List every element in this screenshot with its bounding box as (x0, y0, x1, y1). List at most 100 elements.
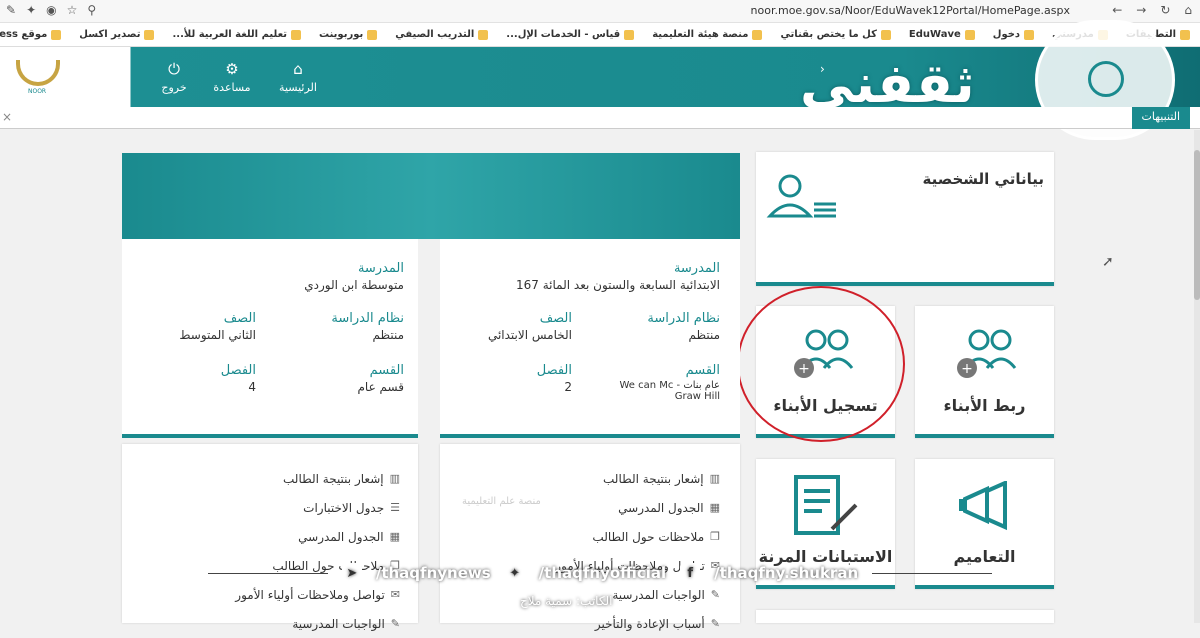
reload-icon[interactable]: ↻ (1160, 3, 1170, 17)
school-schedule-link[interactable]: ▦ الجدول المدرسي (235, 522, 400, 551)
extension-icon[interactable]: ◉ (46, 3, 56, 17)
folder-icon (1180, 29, 1190, 40)
student-notes-link[interactable]: ❐ ملاحظات حول الطالب (555, 522, 720, 551)
bookmark-item[interactable]: بوربوينت (319, 29, 378, 40)
page-scrollbar[interactable] (1194, 130, 1200, 623)
home-icon: ⌂ (293, 60, 303, 78)
student-result-link[interactable]: ▥ إشعار بنتيجة الطالب (555, 464, 720, 493)
personal-data-title: بياناتي الشخصية (922, 170, 1044, 188)
folder-icon (291, 29, 301, 40)
student2-school: المدرسة متوسطة ابن الوردي (304, 261, 404, 292)
noor-logo[interactable]: NOOR (10, 52, 66, 100)
student-card-1[interactable]: المدرسة الابتدائية السابعة والستون بعد ا… (440, 239, 740, 438)
folder-icon (367, 29, 378, 40)
author-credit: الكاتب: سمية ملاح (520, 594, 613, 608)
notifications-bar: × التنبيهات (0, 107, 1200, 129)
divider (872, 572, 993, 574)
bookmark-item[interactable]: تصدير اكسل (79, 29, 155, 40)
student2-grade: الصف الثاني المتوسط (179, 311, 256, 342)
student1-links: ▥ إشعار بنتيجة الطالب ▦ الجدول المدرسي ❐ مل… (555, 464, 720, 638)
power-icon: ⏻ (168, 60, 180, 78)
exam-schedule-link[interactable]: ☰ جدول الاختبارات (235, 493, 400, 522)
student-result-link[interactable]: ▥ إشعار بنتيجة الطالب (235, 464, 400, 493)
add-children-icon: + (957, 329, 1017, 378)
help-button[interactable]: ⚙ مساعدة (202, 60, 262, 94)
bookmark-item[interactable]: دخول (993, 29, 1035, 40)
bookmark-item[interactable]: التدريب الصيفي (395, 29, 489, 40)
back-icon[interactable]: ← (1112, 3, 1122, 17)
twitter-icon: ✦ (504, 563, 525, 583)
student1-grade: الصف الخامس الابتدائي (487, 311, 572, 342)
edit-icon: ✎ (710, 617, 720, 630)
calendar-icon: ▦ (389, 530, 400, 543)
student2-links: ▥ إشعار بنتيجة الطالب ☰ جدول الاختبارات ▦ ا… (235, 464, 400, 638)
student1-system: نظام الدراسة منتظم (647, 311, 720, 342)
folder-icon (51, 29, 62, 40)
svg-text:+: + (961, 361, 973, 377)
megaphone-icon (959, 481, 1007, 531)
notifications-tab[interactable]: التنبيهات (1131, 107, 1190, 129)
student2-links-panel: ▥ إشعار بنتيجة الطالب ☰ جدول الاختبارات ▦ ا… (122, 444, 418, 631)
platform-watermark: منصة علم التعليمية (462, 496, 541, 507)
folder-icon (144, 29, 155, 40)
chart-icon: ▥ (709, 472, 720, 485)
gear-icon: ⚙ (225, 60, 239, 78)
home-icon[interactable]: ⌂ (1184, 3, 1192, 17)
bookmark-item[interactable]: تعليم اللغة العربية للأ... (172, 29, 301, 40)
repeat-reasons-link[interactable]: ✎ أسباب الإعادة والتأخير (555, 609, 720, 638)
brand-watermark: ثقفني (800, 52, 975, 115)
list-icon: ☰ (390, 501, 400, 514)
close-icon[interactable]: × (2, 110, 12, 124)
student2-class: الفصل 4 (220, 363, 256, 394)
browser-nav-icons: ← → ↻ ⌂ (1112, 3, 1192, 17)
zoom-icon[interactable]: ⚲ (87, 3, 96, 17)
home-button[interactable]: ⌂ الرئيسية (268, 60, 328, 94)
student1-class: الفصل 2 (536, 363, 572, 394)
bookmark-item[interactable]: منصة هيئة التعليمية (652, 29, 763, 40)
bookmark-item[interactable]: كل ما يختص بقناتي (780, 29, 891, 40)
next-tile-partial[interactable] (756, 610, 1054, 623)
children-banner (122, 153, 740, 239)
extension-icon[interactable]: ✎ (6, 3, 16, 17)
forward-icon[interactable]: → (1136, 3, 1146, 17)
user-profile-icon (766, 174, 836, 218)
puzzle-icon[interactable]: ✦ (26, 3, 36, 17)
facebook-icon: f (680, 563, 701, 583)
star-icon[interactable]: ☆ (67, 3, 78, 17)
logo-emblem-icon (16, 60, 60, 86)
survey-form-icon (794, 475, 858, 535)
student-card-2[interactable]: المدرسة متوسطة ابن الوردي نظام الدراسة م… (122, 239, 418, 438)
calendar-icon: ▦ (709, 501, 720, 514)
school-schedule-link[interactable]: ▦ الجدول المدرسي (555, 493, 720, 522)
bookmark-item[interactable]: EduWave (909, 29, 975, 40)
edit-icon: ✎ (390, 617, 400, 630)
chart-icon: ▥ (389, 472, 400, 485)
highlight-annotation (737, 286, 905, 442)
lightbulb-icon (1088, 61, 1124, 97)
browser-extension-icons: ✎ ✦ ◉ ☆ ⚲ (6, 3, 96, 17)
bookmark-item[interactable]: قياس - الخدمات الإل... (506, 29, 635, 40)
folder-icon (1024, 29, 1035, 40)
copy-icon: ❐ (710, 530, 720, 543)
bookmarks-bar: التطبيقات مدرستي دخول EduWave كل ما يختص… (0, 23, 1200, 47)
scrollbar-thumb[interactable] (1194, 150, 1200, 300)
social-watermark-bar: ➤ /thaqfnynews ✦ /thaqfnyofficial f /tha… (180, 560, 1020, 586)
student2-section: القسم قسم عام (357, 363, 405, 394)
divider (207, 572, 328, 574)
logout-button[interactable]: ⏻ خروج (144, 60, 204, 94)
folder-icon (478, 29, 489, 40)
student1-section: القسم عام بنات - We can Mc Graw Hill (619, 363, 720, 402)
folder-icon (964, 29, 975, 40)
folder-icon (624, 29, 635, 40)
mouse-cursor-icon: ➚ (1102, 254, 1114, 270)
student1-school: المدرسة الابتدائية السابعة والستون بعد ا… (516, 261, 720, 292)
bookmark-item[interactable]: موقع AR.aliexpress... (0, 29, 62, 40)
link-children-tile[interactable]: + ربط الأبناء (915, 306, 1054, 438)
address-bar[interactable]: noor.moe.gov.sa/Noor/EduWavek12Portal/Ho… (751, 4, 1070, 17)
folder-icon (880, 29, 891, 40)
message-icon: ✉ (390, 588, 400, 601)
homework-link[interactable]: ✎ الواجبات المدرسية (235, 609, 400, 638)
edit-icon: ✎ (710, 588, 720, 601)
link-children-label: ربط الأبناء (943, 396, 1026, 415)
personal-data-card[interactable]: بياناتي الشخصية (756, 152, 1054, 286)
